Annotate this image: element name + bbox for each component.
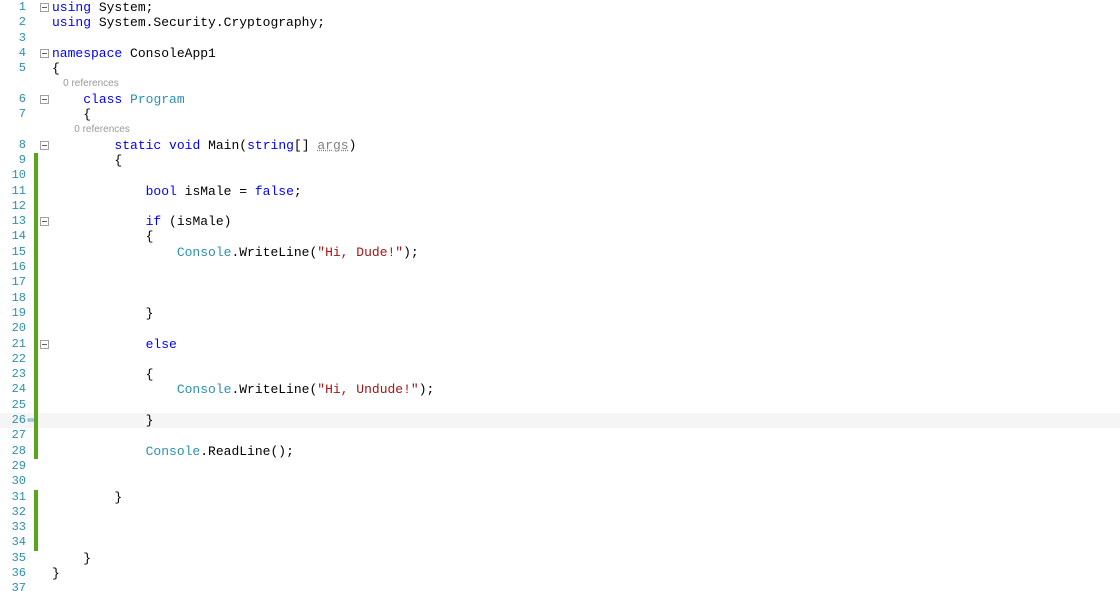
code-line[interactable]: 32	[0, 505, 1120, 520]
fold-gutter[interactable]	[38, 340, 50, 349]
line-number: 14	[0, 229, 34, 244]
code-line[interactable]: 33	[0, 520, 1120, 535]
code-line[interactable]: 4 namespace ConsoleApp1	[0, 46, 1120, 61]
code-text[interactable]: if (isMale)	[50, 214, 231, 229]
code-text[interactable]: }	[50, 490, 122, 505]
code-text[interactable]: {	[50, 367, 153, 382]
fold-toggle-icon[interactable]	[40, 141, 49, 150]
code-line[interactable]: 31 }	[0, 490, 1120, 505]
code-line[interactable]: 20	[0, 321, 1120, 336]
code-line[interactable]: 12	[0, 199, 1120, 214]
code-text[interactable]: using System;	[50, 0, 153, 15]
codelens-line[interactable]: 0 references	[0, 76, 1120, 91]
fold-gutter[interactable]	[38, 3, 50, 12]
fold-gutter[interactable]	[38, 217, 50, 226]
line-number: 4	[0, 46, 34, 61]
code-line[interactable]: 1 using System;	[0, 0, 1120, 15]
code-text[interactable]: using System.Security.Cryptography;	[50, 15, 325, 30]
line-number: 5	[0, 61, 34, 76]
code-line[interactable]: 21 else	[0, 337, 1120, 352]
code-line[interactable]: 10	[0, 168, 1120, 183]
change-indicator	[34, 15, 38, 30]
line-number: 8	[0, 138, 34, 153]
code-line[interactable]: 15 Console.WriteLine("Hi, Dude!");	[0, 245, 1120, 260]
code-text[interactable]: {	[50, 107, 91, 122]
code-text[interactable]: }	[50, 551, 91, 566]
code-text[interactable]: else	[50, 337, 177, 352]
line-number: 13	[0, 214, 34, 229]
code-text[interactable]: Console.ReadLine();	[50, 444, 294, 459]
code-line[interactable]: 11 bool isMale = false;	[0, 184, 1120, 199]
code-line[interactable]: 6 class Program	[0, 92, 1120, 107]
fold-toggle-icon[interactable]	[40, 3, 49, 12]
code-text[interactable]: {	[50, 153, 122, 168]
code-line[interactable]: 37	[0, 581, 1120, 591]
line-number: 15	[0, 245, 34, 260]
fold-toggle-icon[interactable]	[40, 340, 49, 349]
codelens-line[interactable]: 0 references	[0, 122, 1120, 137]
fold-toggle-icon[interactable]	[40, 49, 49, 58]
fold-toggle-icon[interactable]	[40, 95, 49, 104]
fold-gutter[interactable]	[38, 141, 50, 150]
line-number: 3	[0, 31, 34, 46]
code-line[interactable]: 30	[0, 474, 1120, 489]
line-number: 1	[0, 0, 34, 15]
change-indicator	[34, 153, 38, 168]
code-text[interactable]: static void Main(string[] args)	[50, 138, 356, 153]
code-line[interactable]: 18	[0, 291, 1120, 306]
code-line[interactable]: 5 {	[0, 61, 1120, 76]
code-line[interactable]: 3	[0, 31, 1120, 46]
code-line[interactable]: 19 }	[0, 306, 1120, 321]
code-text[interactable]: }	[50, 413, 153, 428]
code-text[interactable]: {	[50, 61, 60, 76]
code-line[interactable]: 24 Console.WriteLine("Hi, Undude!");	[0, 382, 1120, 397]
code-line[interactable]: 27	[0, 428, 1120, 443]
code-line[interactable]: 29	[0, 459, 1120, 474]
code-text[interactable]: Console.WriteLine("Hi, Undude!");	[50, 382, 434, 397]
code-text[interactable]: Console.WriteLine("Hi, Dude!");	[50, 245, 419, 260]
code-line[interactable]: 2 using System.Security.Cryptography;	[0, 15, 1120, 30]
code-line[interactable]: 22	[0, 352, 1120, 367]
code-text[interactable]: class Program	[50, 92, 185, 107]
line-number: 9	[0, 153, 34, 168]
fold-gutter[interactable]	[38, 49, 50, 58]
code-line[interactable]: 17	[0, 275, 1120, 290]
code-line[interactable]: 13 if (isMale)	[0, 214, 1120, 229]
codelens-references[interactable]: 0 references	[50, 76, 119, 91]
line-number: 10	[0, 168, 34, 183]
code-text[interactable]: bool isMale = false;	[50, 184, 302, 199]
code-line[interactable]: 25	[0, 398, 1120, 413]
code-line[interactable]: 14 {	[0, 229, 1120, 244]
fold-toggle-icon[interactable]	[40, 217, 49, 226]
code-line[interactable]: 8 static void Main(string[] args)	[0, 138, 1120, 153]
code-line[interactable]: 35 }	[0, 551, 1120, 566]
line-number: 7	[0, 107, 34, 122]
code-line[interactable]: 36 }	[0, 566, 1120, 581]
code-line[interactable]: 7 {	[0, 107, 1120, 122]
line-number: 12	[0, 199, 34, 214]
code-text[interactable]: }	[50, 306, 153, 321]
code-editor[interactable]: 1 using System; 2 using System.Security.…	[0, 0, 1120, 591]
code-line[interactable]: 16	[0, 260, 1120, 275]
code-line[interactable]: 28 Console.ReadLine();	[0, 444, 1120, 459]
codelens-references[interactable]: 0 references	[50, 122, 130, 137]
code-line-current[interactable]: ✎ 26 }	[0, 413, 1120, 428]
line-number: 6	[0, 92, 34, 107]
line-number: 2	[0, 15, 34, 30]
fold-gutter[interactable]	[38, 95, 50, 104]
code-line[interactable]: 23 {	[0, 367, 1120, 382]
code-text[interactable]: namespace ConsoleApp1	[50, 46, 216, 61]
code-line[interactable]: 9 {	[0, 153, 1120, 168]
line-number: 11	[0, 184, 34, 199]
code-line[interactable]: 34	[0, 535, 1120, 550]
code-text[interactable]: {	[50, 229, 153, 244]
code-text[interactable]: }	[50, 566, 60, 581]
